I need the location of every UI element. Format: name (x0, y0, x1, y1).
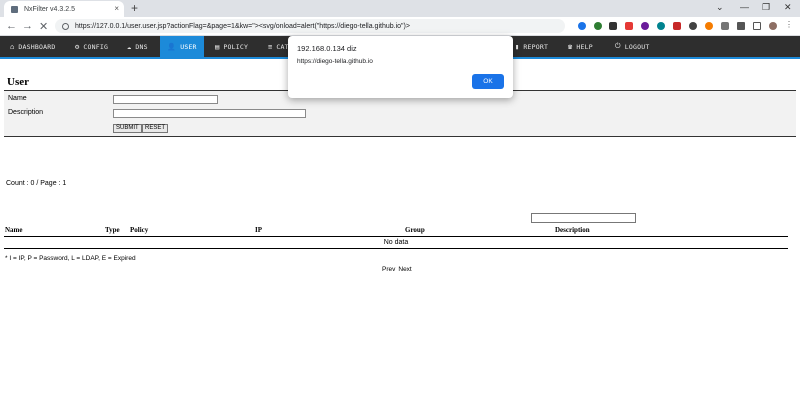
minimize-button[interactable]: — (740, 2, 749, 12)
header-name: Name (5, 226, 23, 234)
extension-icon[interactable] (625, 22, 633, 30)
nav-policy[interactable]: ▤ POLICY (215, 36, 248, 57)
header-policy: Policy (130, 226, 149, 234)
header-type: Type (105, 226, 120, 234)
name-label: Name (8, 95, 27, 102)
nav-logout[interactable]: ⏻ LOGOUT (615, 36, 649, 57)
search-input[interactable] (531, 213, 636, 223)
browser-tab-bar: NxFilter v4.3.2.5 × + ⌄ — ❐ ✕ (0, 0, 800, 17)
header-description: Description (555, 226, 590, 234)
stop-loading-button[interactable]: ✕ (39, 20, 48, 33)
header-group: Group (405, 226, 425, 234)
submit-button[interactable]: SUBMIT (113, 124, 142, 133)
dialog-message: https://diego-tella.github.io (297, 58, 373, 65)
policy-icon: ▤ (215, 42, 220, 51)
nav-label: DASHBOARD (18, 42, 56, 51)
favicon-icon (11, 5, 18, 13)
gear-icon: ⚙ (75, 42, 80, 51)
pagination: Prev Next (382, 266, 415, 273)
extension-icon[interactable] (609, 22, 617, 30)
description-input[interactable] (113, 109, 306, 118)
back-button[interactable]: ← (6, 20, 17, 32)
tab-search-icon[interactable]: ⌄ (716, 2, 724, 13)
extension-icon[interactable] (721, 22, 729, 30)
extension-icon[interactable] (689, 22, 697, 30)
table-header: Name Type Policy IP Group Description (4, 225, 788, 237)
extension-icon[interactable] (594, 22, 602, 30)
user-icon: 👤 (167, 42, 177, 51)
chart-icon: ▮ (515, 42, 520, 51)
restore-button[interactable]: ❐ (762, 2, 770, 13)
tab-close-icon[interactable]: × (114, 4, 119, 13)
count-text: Count : 0 / Page : 1 (6, 180, 67, 187)
nav-user[interactable]: 👤 USER (160, 36, 204, 57)
nav-help[interactable]: ☎ HELP (568, 36, 593, 57)
nav-label: USER (180, 42, 197, 51)
extension-icon[interactable] (578, 22, 586, 30)
url-text: https://127.0.0.1/user.user.jsp?actionFl… (75, 22, 410, 30)
nav-dns[interactable]: ☁ DNS (127, 36, 148, 57)
name-input[interactable] (113, 95, 218, 104)
site-info-icon[interactable] (62, 22, 69, 30)
avatar[interactable] (769, 22, 777, 30)
reset-button[interactable]: RESET (142, 124, 169, 133)
nav-label: REPORT (523, 42, 549, 51)
page-title: User (7, 76, 29, 88)
address-toolbar: ← → ✕ https://127.0.0.1/user.user.jsp?ac… (0, 17, 800, 36)
nav-label: LOGOUT (624, 42, 650, 51)
nav-config[interactable]: ⚙ CONFIG (75, 36, 108, 57)
nav-label: DNS (135, 42, 148, 51)
home-icon: ⌂ (10, 42, 15, 51)
url-bar[interactable]: https://127.0.0.1/user.user.jsp?actionFl… (55, 19, 565, 33)
nav-label: CAT (276, 42, 289, 51)
type-legend: * I = IP, P = Password, L = LDAP, E = Ex… (5, 255, 136, 262)
prev-link[interactable]: Prev (382, 266, 395, 273)
tab-title: NxFilter v4.3.2.5 (24, 5, 75, 13)
header-ip: IP (255, 226, 262, 234)
new-tab-button[interactable]: + (131, 1, 138, 15)
menu-icon[interactable]: ⋮ (785, 20, 793, 29)
browser-tab[interactable]: NxFilter v4.3.2.5 × (4, 1, 124, 17)
extension-icon[interactable] (673, 22, 681, 30)
extension-icon[interactable] (657, 22, 665, 30)
nav-dashboard[interactable]: ⌂ DASHBOARD (10, 36, 55, 57)
nav-label: CONFIG (83, 42, 109, 51)
next-link[interactable]: Next (398, 266, 411, 273)
ok-button[interactable]: OK (472, 74, 504, 89)
side-panel-icon[interactable] (753, 22, 761, 30)
nav-label: HELP (576, 42, 593, 51)
alert-dialog: 192.168.0.134 diz https://diego-tella.gi… (288, 36, 513, 98)
nav-label: POLICY (223, 42, 249, 51)
description-label: Description (8, 109, 44, 116)
help-icon: ☎ (568, 42, 573, 51)
list-icon: ≡ (268, 42, 273, 51)
cloud-icon: ☁ (127, 42, 132, 51)
window-close-button[interactable]: ✕ (784, 2, 792, 13)
nav-report[interactable]: ▮ REPORT (515, 36, 548, 57)
forward-button[interactable]: → (22, 20, 33, 32)
extension-icon[interactable] (705, 22, 713, 30)
extension-icon[interactable] (641, 22, 649, 30)
no-data-row: No data (4, 237, 788, 249)
puzzle-icon[interactable] (737, 22, 745, 30)
nav-category[interactable]: ≡ CAT (268, 36, 289, 57)
dialog-title: 192.168.0.134 diz (297, 44, 357, 53)
power-icon: ⏻ (615, 42, 621, 50)
